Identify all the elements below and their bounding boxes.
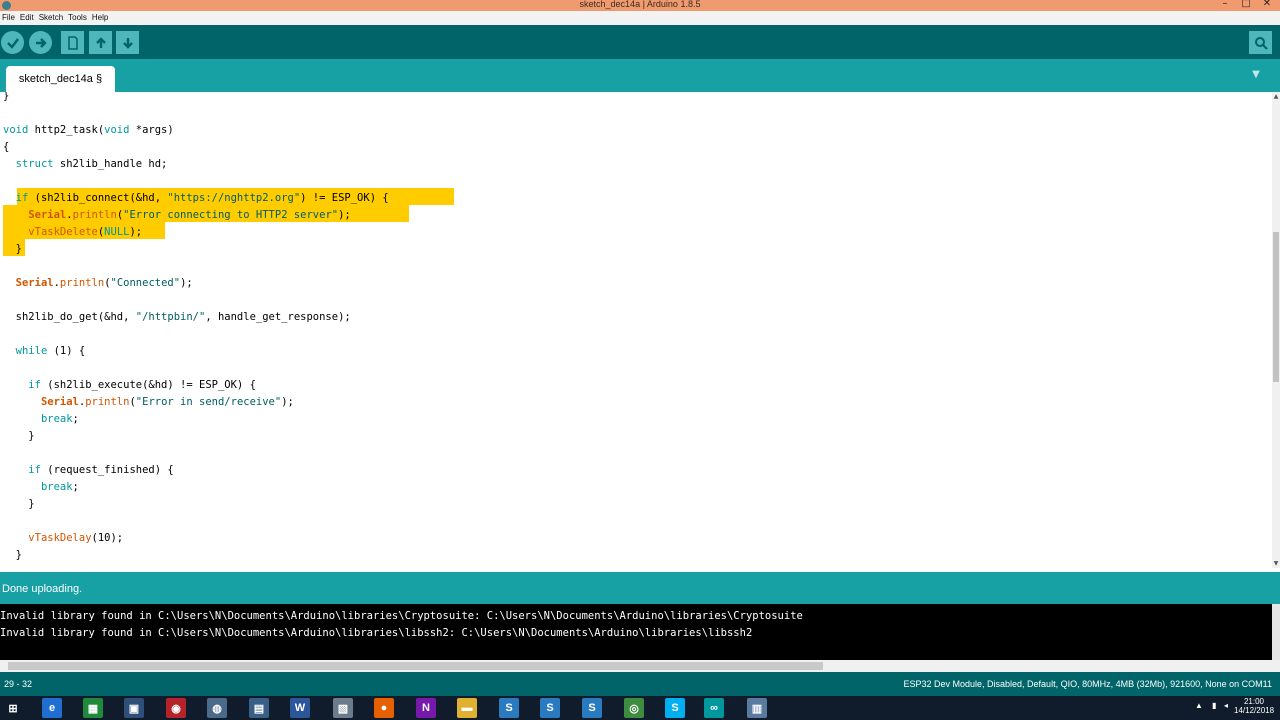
scroll-up-icon[interactable]: ▲: [1272, 93, 1280, 100]
menu-file[interactable]: File: [0, 11, 18, 22]
app-icon-5[interactable]: ▥: [747, 698, 767, 718]
minimize-button[interactable]: –: [1216, 0, 1234, 9]
tray-chevron-icon[interactable]: ▲: [1195, 701, 1203, 710]
tab-menu-chevron-icon[interactable]: ▼: [1248, 69, 1264, 83]
code-line: while (1) {: [15, 345, 86, 357]
skype-icon[interactable]: S: [665, 698, 685, 718]
editor-vertical-scrollbar[interactable]: ▲ ▼: [1272, 92, 1280, 568]
new-sketch-button[interactable]: [61, 31, 84, 54]
document-icon: [67, 35, 78, 50]
scroll-down-icon[interactable]: ▼: [1272, 560, 1280, 567]
window-title: sketch_dec14a | Arduino 1.8.5: [579, 0, 701, 9]
code-line: }: [3, 549, 22, 561]
editor-scroll-thumb[interactable]: [1273, 232, 1279, 382]
code-line: }: [3, 243, 22, 255]
app-icon-3[interactable]: ◍: [207, 698, 227, 718]
code-line: sh2lib_do_get(&hd, "/httpbin/", handle_g…: [3, 311, 351, 323]
code-line: if (sh2lib_connect(&hd, "https://nghttp2…: [15, 192, 389, 204]
clock-time: 21:00: [1243, 697, 1265, 706]
console-line: Invalid library found in C:\Users\N\Docu…: [0, 627, 753, 639]
code-line: if (sh2lib_execute(&hd) != ESP_OK) {: [28, 379, 256, 391]
board-info: ESP32 Dev Module, Disabled, Default, QIO…: [903, 679, 1272, 689]
code-line: struct sh2lib_handle hd;: [15, 158, 168, 170]
tool-icon-3[interactable]: S: [582, 698, 602, 718]
upload-button[interactable]: [29, 31, 52, 54]
clock[interactable]: 21:00 14/12/2018: [1234, 697, 1274, 715]
windows-taskbar: ⊞ e ▦ ▣ ◉ ◍ ▤ W ▧ ● N ▬ S S S ◎ S ∞ ▥ ▲ ▮ ◂ 21:00 14/12/20…: [0, 696, 1280, 720]
arrow-right-icon: [35, 37, 47, 48]
menu-edit[interactable]: Edit: [18, 11, 37, 22]
arrow-down-icon: [122, 37, 133, 49]
clock-date: 14/12/2018: [1234, 706, 1275, 715]
tool-icon-1[interactable]: S: [499, 698, 519, 718]
close-button[interactable]: ✕: [1258, 0, 1276, 9]
console-horizontal-scrollbar[interactable]: [0, 660, 1280, 672]
status-message: Done uploading.: [2, 583, 83, 595]
menu-help[interactable]: Help: [90, 11, 111, 22]
firefox-icon[interactable]: ●: [374, 698, 394, 718]
volume-icon[interactable]: ◂: [1224, 701, 1228, 710]
save-button[interactable]: [116, 31, 139, 54]
check-icon: [6, 37, 19, 49]
code-line: Serial.println("Error in send/receive");: [40, 396, 294, 408]
console-line: Invalid library found in C:\Users\N\Docu…: [0, 610, 803, 622]
code-line: break;: [40, 481, 79, 493]
onenote-icon[interactable]: N: [416, 698, 436, 718]
code-line: if (request_finished) {: [28, 464, 174, 476]
chrome-icon[interactable]: ◎: [624, 698, 644, 718]
folder-icon[interactable]: ▬: [457, 698, 477, 718]
open-button[interactable]: [89, 31, 112, 54]
code-line: vTaskDelete(NULL);: [28, 226, 143, 238]
console-vertical-scrollbar[interactable]: [1272, 604, 1280, 660]
spreadsheet-icon[interactable]: ▦: [83, 698, 103, 718]
code-line: }: [3, 92, 10, 102]
tool-icon-2[interactable]: S: [540, 698, 560, 718]
app-icon-2[interactable]: ◉: [166, 698, 186, 718]
code-line: vTaskDelay(10);: [28, 532, 124, 544]
console-output[interactable]: Invalid library found in C:\Users\N\Docu…: [0, 604, 1280, 660]
line-range: 29 - 32: [4, 679, 33, 689]
menu-bar: File Edit Sketch Tools Help: [0, 11, 1280, 25]
verify-button[interactable]: [1, 31, 24, 54]
code-line: {: [3, 141, 10, 153]
maximize-button[interactable]: □: [1237, 0, 1255, 9]
toolbar: [0, 25, 1280, 59]
word-icon[interactable]: W: [290, 698, 310, 718]
serial-monitor-button[interactable]: [1249, 31, 1272, 54]
code-line: }: [3, 430, 35, 442]
ie-icon[interactable]: e: [42, 698, 62, 718]
console-scroll-thumb[interactable]: [8, 662, 823, 670]
network-icon[interactable]: ▮: [1212, 701, 1216, 710]
app-icon-4[interactable]: ▤: [249, 698, 269, 718]
code-line: void http2_task(void *args): [3, 124, 174, 136]
code-line: Serial.println("Error connecting to HTTP…: [28, 209, 351, 221]
app-icon-1[interactable]: ▣: [124, 698, 144, 718]
menu-tools[interactable]: Tools: [66, 11, 90, 22]
title-bar: sketch_dec14a | Arduino 1.8.5 – □ ✕: [0, 0, 1280, 11]
windows-start-icon[interactable]: ⊞: [3, 698, 23, 718]
code-line: Serial.println("Connected");: [15, 277, 193, 289]
tab-bar: sketch_dec14a § ▼: [0, 59, 1280, 92]
code-editor[interactable]: } void http2_task(void *args) { struct sh2…: [0, 92, 1272, 568]
footer-bar: 29 - 32 ESP32 Dev Module, Disabled, Defa…: [0, 672, 1280, 696]
status-bar: Done uploading.: [0, 572, 1280, 604]
code-line: break;: [40, 413, 79, 425]
arrow-up-icon: [95, 36, 106, 48]
arduino-icon[interactable]: ∞: [704, 698, 724, 718]
magnifier-icon: [1254, 36, 1268, 50]
menu-sketch[interactable]: Sketch: [37, 11, 66, 22]
pdf-icon[interactable]: ▧: [333, 698, 353, 718]
code-line: }: [3, 498, 35, 510]
tab-sketch[interactable]: sketch_dec14a §: [6, 66, 115, 92]
